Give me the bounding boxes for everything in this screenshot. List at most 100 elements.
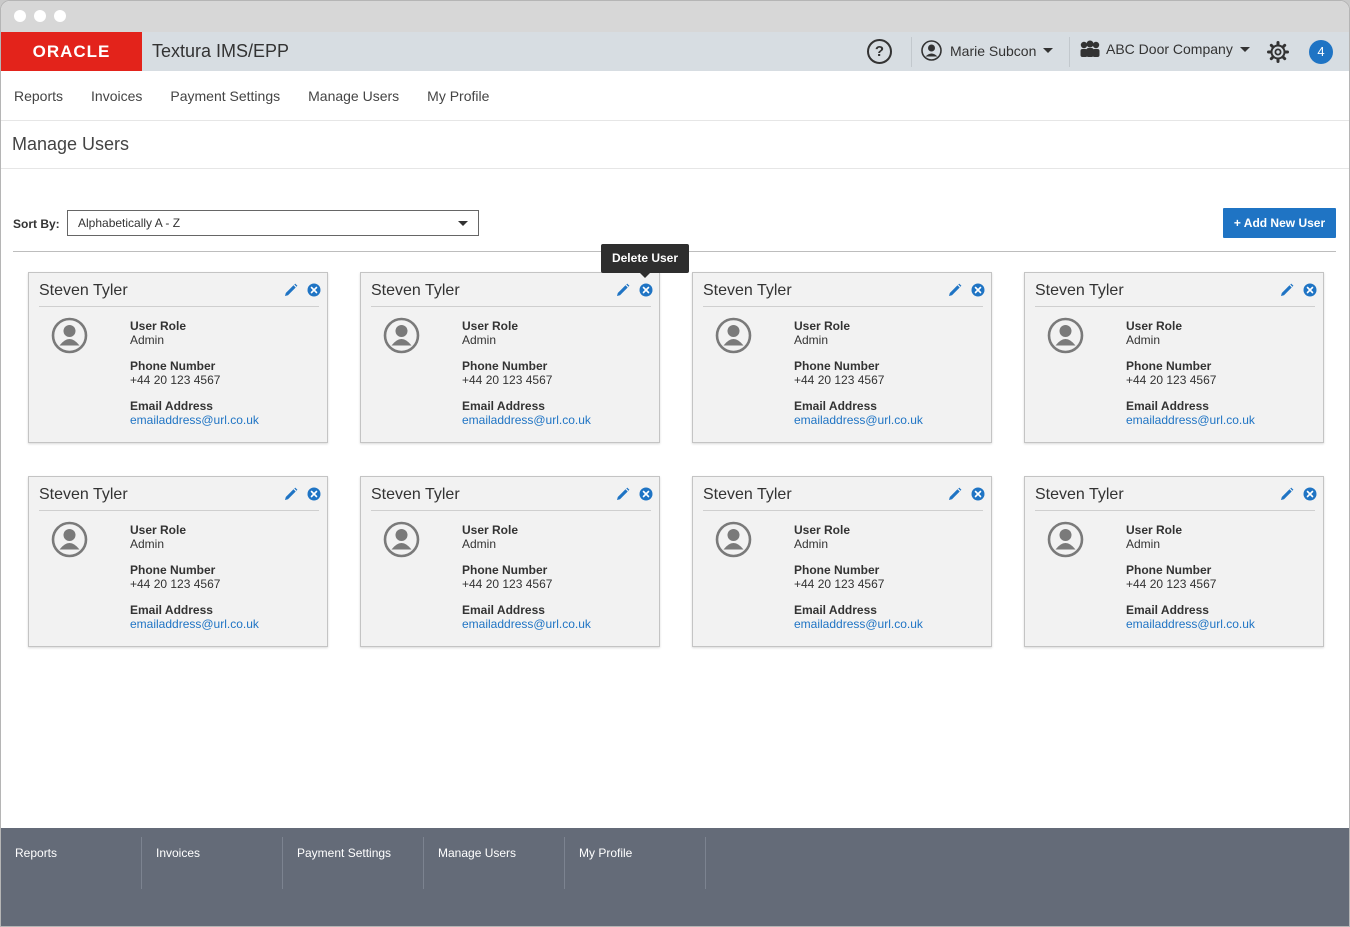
user-name: Steven Tyler [703, 486, 792, 503]
role-label: User Role [794, 523, 851, 537]
close-circle-icon[interactable] [1303, 283, 1317, 297]
footer-my-profile[interactable]: My Profile [565, 837, 706, 889]
email-link[interactable]: emailaddress@url.co.uk [462, 617, 591, 631]
phone-value: +44 20 123 4567 [1126, 373, 1217, 387]
close-circle-icon[interactable] [639, 283, 653, 297]
card-header: Steven Tyler [371, 477, 653, 511]
user-card: Steven Tyler User Role Admin Phone Number +4… [1024, 476, 1324, 647]
pencil-icon[interactable] [615, 487, 630, 502]
user-avatar-icon [1047, 521, 1084, 558]
header-divider [911, 37, 912, 67]
tooltip-arrow [640, 273, 650, 278]
nav-payment-settings[interactable]: Payment Settings [170, 88, 280, 104]
role-label: User Role [1126, 319, 1183, 333]
role-value: Admin [1126, 537, 1161, 551]
company-menu[interactable]: ABC Door Company [1079, 40, 1250, 58]
email-label: Email Address [462, 399, 545, 413]
nav-invoices[interactable]: Invoices [91, 88, 142, 104]
footer-manage-users[interactable]: Manage Users [424, 837, 565, 889]
card-header: Steven Tyler [1035, 273, 1317, 307]
user-circle-icon [921, 40, 942, 61]
role-value: Admin [794, 537, 829, 551]
phone-value: +44 20 123 4567 [130, 577, 221, 591]
footer-invoices[interactable]: Invoices [142, 837, 283, 889]
phone-value: +44 20 123 4567 [130, 373, 221, 387]
user-card: Steven Tyler User Role Admin Phone Number +4… [692, 272, 992, 443]
user-avatar-icon [715, 521, 752, 558]
email-link[interactable]: emailaddress@url.co.uk [794, 413, 923, 427]
email-link[interactable]: emailaddress@url.co.uk [1126, 413, 1255, 427]
pencil-icon[interactable] [1279, 283, 1294, 298]
user-details: User Role Admin Phone Number +44 20 123 456… [794, 523, 923, 631]
window-maximize-button[interactable] [54, 10, 66, 22]
footer-payment-settings[interactable]: Payment Settings [283, 837, 424, 889]
user-card: Steven Tyler User Role Admin Phone Number +4… [360, 272, 660, 443]
phone-label: Phone Number [462, 359, 548, 373]
notification-badge[interactable]: 4 [1309, 40, 1333, 64]
email-label: Email Address [130, 399, 213, 413]
email-link[interactable]: emailaddress@url.co.uk [130, 413, 259, 427]
add-new-user-button[interactable]: + Add New User [1223, 208, 1336, 238]
oracle-logo[interactable]: ORACLE [1, 32, 142, 71]
user-name: Steven Tyler [1035, 282, 1124, 299]
email-link[interactable]: emailaddress@url.co.uk [1126, 617, 1255, 631]
email-label: Email Address [1126, 603, 1209, 617]
email-label: Email Address [1126, 399, 1209, 413]
phone-label: Phone Number [1126, 563, 1212, 577]
chevron-down-icon [1239, 46, 1250, 52]
role-value: Admin [462, 537, 497, 551]
nav-manage-users[interactable]: Manage Users [308, 88, 399, 104]
phone-value: +44 20 123 4567 [794, 577, 885, 591]
help-icon[interactable]: ? [867, 39, 892, 64]
role-label: User Role [130, 319, 187, 333]
window-titlebar [1, 1, 1349, 32]
phone-label: Phone Number [1126, 359, 1212, 373]
gear-icon[interactable] [1267, 41, 1289, 63]
sort-select-value: Alphabetically A - Z [78, 216, 181, 230]
phone-label: Phone Number [462, 563, 548, 577]
user-menu[interactable]: Marie Subcon [921, 40, 1054, 61]
close-circle-icon[interactable] [971, 283, 985, 297]
phone-label: Phone Number [794, 563, 880, 577]
delete-user-tooltip: Delete User [601, 244, 689, 273]
role-label: User Role [1126, 523, 1183, 537]
phone-value: +44 20 123 4567 [1126, 577, 1217, 591]
pencil-icon[interactable] [947, 283, 962, 298]
app-window: ORACLE Textura IMS/EPP ? Marie Subcon AB… [0, 0, 1350, 927]
user-name: Steven Tyler [39, 486, 128, 503]
pencil-icon[interactable] [283, 283, 298, 298]
role-label: User Role [462, 523, 519, 537]
user-name: Steven Tyler [371, 486, 460, 503]
user-name: Steven Tyler [39, 282, 128, 299]
close-circle-icon[interactable] [307, 283, 321, 297]
pencil-icon[interactable] [1279, 487, 1294, 502]
card-header: Steven Tyler [1035, 477, 1317, 511]
page-header: Manage Users [1, 121, 1349, 169]
pencil-icon[interactable] [615, 283, 630, 298]
email-link[interactable]: emailaddress@url.co.uk [462, 413, 591, 427]
sort-select[interactable]: Alphabetically A - Z [67, 210, 479, 236]
user-name: Steven Tyler [1035, 486, 1124, 503]
user-details: User Role Admin Phone Number +44 20 123 456… [1126, 319, 1255, 427]
close-circle-icon[interactable] [639, 487, 653, 501]
user-card: Steven Tyler User Role Admin Phone Number +4… [28, 272, 328, 443]
pencil-icon[interactable] [947, 487, 962, 502]
close-circle-icon[interactable] [1303, 487, 1317, 501]
close-circle-icon[interactable] [971, 487, 985, 501]
user-details: User Role Admin Phone Number +44 20 123 456… [462, 523, 591, 631]
role-label: User Role [794, 319, 851, 333]
card-header: Steven Tyler [703, 273, 985, 307]
window-minimize-button[interactable] [34, 10, 46, 22]
role-value: Admin [462, 333, 497, 347]
email-link[interactable]: emailaddress@url.co.uk [794, 617, 923, 631]
user-avatar-icon [383, 521, 420, 558]
close-circle-icon[interactable] [307, 487, 321, 501]
footer-nav: Reports Invoices Payment Settings Manage… [1, 828, 1349, 926]
email-link[interactable]: emailaddress@url.co.uk [130, 617, 259, 631]
footer-reports[interactable]: Reports [1, 837, 142, 889]
user-details: User Role Admin Phone Number +44 20 123 456… [462, 319, 591, 427]
pencil-icon[interactable] [283, 487, 298, 502]
window-close-button[interactable] [14, 10, 26, 22]
nav-my-profile[interactable]: My Profile [427, 88, 489, 104]
nav-reports[interactable]: Reports [14, 88, 63, 104]
